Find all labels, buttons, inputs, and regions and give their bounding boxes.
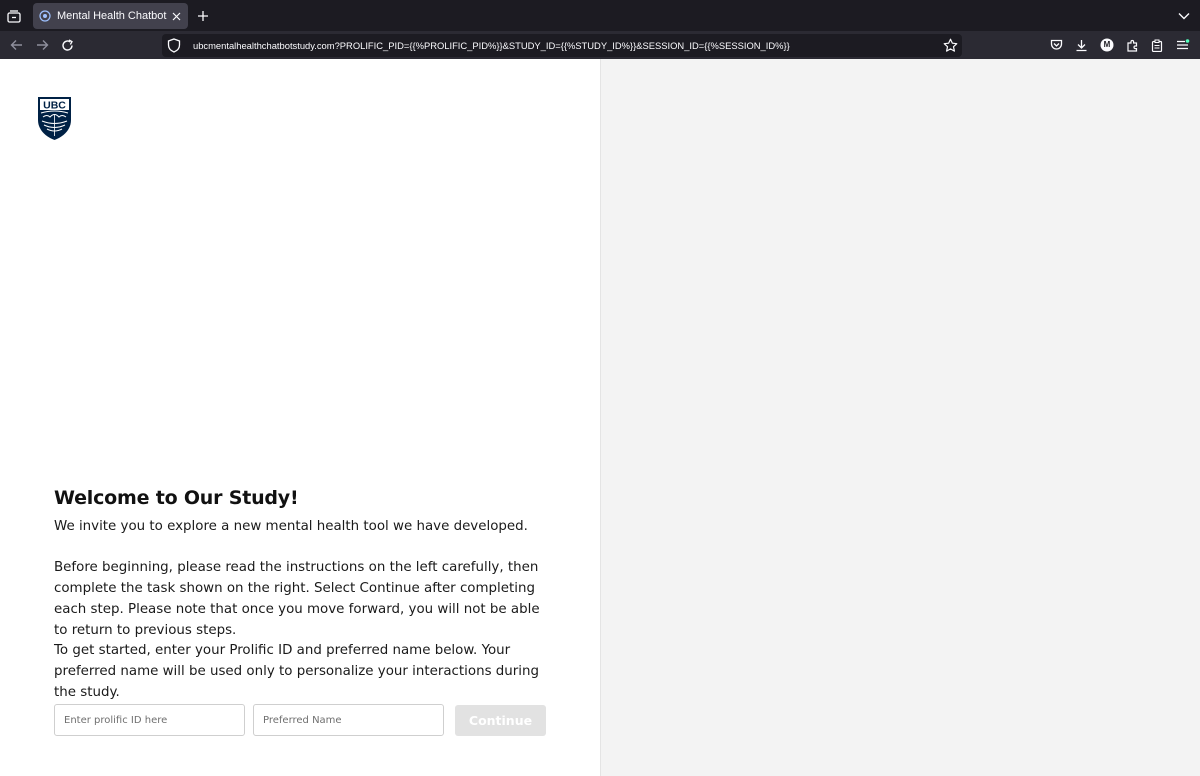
browser-tab[interactable]: Mental Health Chatbot Study (33, 3, 188, 29)
preferred-name-input[interactable] (253, 704, 444, 736)
instructions-text: Before beginning, please read the instru… (54, 560, 540, 638)
prolific-id-input[interactable] (54, 704, 245, 736)
browser-toolbar: ubcmentalhealthchatbotstudy.com?PROLIFIC… (0, 31, 1200, 59)
continue-button[interactable]: Continue (455, 705, 546, 736)
clipboard-extension-icon[interactable] (1149, 37, 1165, 53)
tab-favicon-icon (39, 10, 51, 22)
pocket-save-icon[interactable] (1048, 37, 1064, 53)
new-tab-icon[interactable] (195, 8, 211, 24)
back-arrow-icon[interactable] (8, 37, 24, 53)
page-content: UBC Welcome to Our Study! We invite you … (0, 59, 1200, 776)
forward-arrow-icon[interactable] (34, 37, 50, 53)
tab-close-icon[interactable] (170, 10, 182, 22)
account-initial: M (1103, 40, 1111, 49)
downloads-icon[interactable] (1073, 37, 1089, 53)
address-bar[interactable]: ubcmentalhealthchatbotstudy.com?PROLIFIC… (162, 34, 962, 57)
instructions-panel: UBC Welcome to Our Study! We invite you … (0, 59, 600, 776)
list-all-tabs-chevron-icon[interactable] (1176, 8, 1192, 24)
task-panel (600, 59, 1200, 776)
browser-tab-bar: Mental Health Chatbot Study (0, 0, 1200, 31)
ubc-logo: UBC (38, 97, 71, 140)
intro-text: We invite you to explore a new mental he… (54, 519, 528, 534)
reload-icon[interactable] (59, 37, 75, 53)
url-text[interactable]: ubcmentalhealthchatbotstudy.com?PROLIFIC… (193, 34, 790, 57)
account-avatar[interactable]: M (1099, 37, 1115, 53)
ubc-logo-text: UBC (43, 100, 66, 112)
extensions-puzzle-icon[interactable] (1124, 37, 1140, 53)
welcome-heading: Welcome to Our Study! (54, 487, 299, 509)
tab-title: Mental Health Chatbot Study (57, 10, 170, 22)
tab-overview-icon[interactable] (5, 7, 23, 25)
bookmark-star-icon[interactable] (943, 38, 958, 53)
get-started-text: To get started, enter your Prolific ID a… (54, 643, 539, 700)
tracking-protection-shield-icon[interactable] (167, 38, 181, 53)
app-menu-hamburger-icon[interactable] (1175, 37, 1191, 53)
